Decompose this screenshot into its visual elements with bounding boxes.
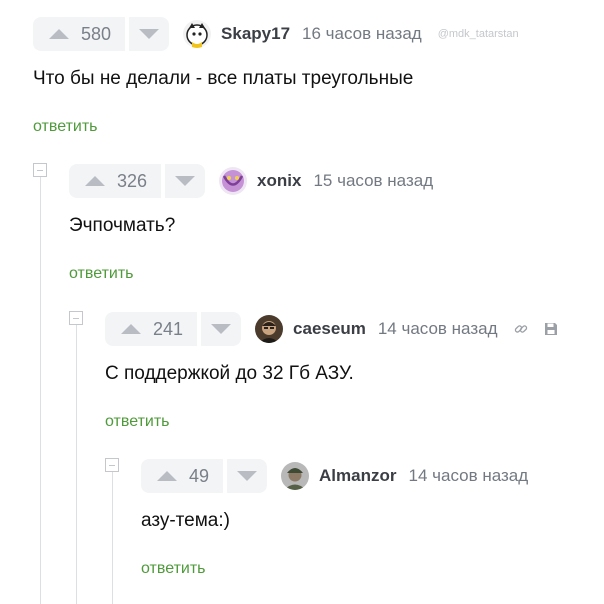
comment-text: азу-тема:) (141, 510, 230, 531)
comment-header: 241 caeseum 14 часов назад (105, 311, 558, 347)
thread-line (112, 472, 113, 604)
upvote-button[interactable]: 241 (105, 312, 198, 346)
upvote-button[interactable]: 580 (33, 17, 126, 51)
comment-header: 326 xonix 15 часов назад (69, 163, 433, 199)
save-icon[interactable] (544, 322, 558, 336)
rating-count: 241 (153, 318, 184, 339)
comment-text: Эчпочмать? (69, 215, 176, 236)
comment-author[interactable]: xonix (257, 171, 301, 191)
arrow-up-icon (49, 29, 69, 39)
downvote-button[interactable] (129, 17, 170, 51)
downvote-button[interactable] (165, 164, 206, 198)
avatar-man-icon[interactable] (255, 315, 284, 343)
downvote-button[interactable] (201, 312, 242, 346)
link-icon[interactable] (514, 322, 528, 336)
avatar-cat-icon[interactable] (183, 20, 212, 48)
comment-header: 49 Almanzor 14 часов назад (141, 458, 528, 494)
comment-time[interactable]: 14 часов назад (378, 319, 498, 339)
comment-author[interactable]: Almanzor (319, 466, 396, 486)
arrow-up-icon (121, 324, 141, 334)
arrow-up-icon (157, 471, 177, 481)
rating-count: 580 (81, 23, 112, 44)
downvote-button[interactable] (227, 459, 268, 493)
collapse-thread-toggle[interactable] (105, 458, 119, 472)
arrow-down-icon (211, 324, 232, 334)
reply-link[interactable]: ответить (33, 118, 98, 136)
comment-time[interactable]: 14 часов назад (409, 466, 529, 486)
arrow-down-icon (175, 176, 196, 186)
comment-author[interactable]: Skapy17 (221, 24, 290, 44)
arrow-down-icon (237, 471, 258, 481)
upvote-button[interactable]: 326 (69, 164, 162, 198)
watermark: @mdk_tatarstan (437, 28, 519, 40)
comment-text: С поддержкой до 32 Гб АЗУ. (105, 363, 354, 384)
collapse-thread-toggle[interactable] (33, 163, 47, 177)
reply-link[interactable]: ответить (69, 265, 134, 283)
arrow-up-icon (85, 176, 105, 186)
rating-count: 49 (189, 465, 210, 486)
comment-text: Что бы не делали - все платы треугольные (33, 68, 414, 89)
thread-line (76, 325, 77, 604)
thread-line (40, 177, 41, 604)
comment-header: 580 Skapy17 16 часов назад @mdk_tatarsta… (33, 16, 519, 52)
rating-count: 326 (117, 170, 148, 191)
collapse-thread-toggle[interactable] (69, 311, 83, 325)
reply-link[interactable]: ответить (141, 560, 206, 578)
upvote-button[interactable]: 49 (141, 459, 224, 493)
avatar-purple-icon[interactable] (219, 167, 248, 195)
comment-time[interactable]: 16 часов назад (302, 24, 422, 44)
arrow-down-icon (139, 29, 160, 39)
avatar-soldier-icon[interactable] (281, 462, 310, 490)
reply-link[interactable]: ответить (105, 413, 170, 431)
comment-author[interactable]: caeseum (293, 319, 366, 339)
comment-time[interactable]: 15 часов назад (313, 171, 433, 191)
